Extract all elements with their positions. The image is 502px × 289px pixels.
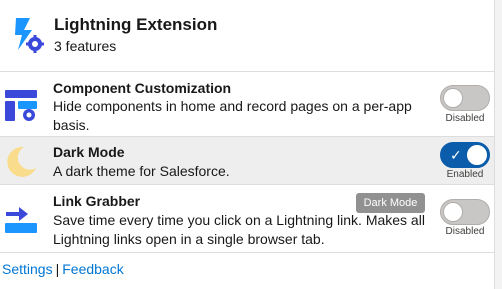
toggle-knob	[443, 88, 463, 108]
layout-gear-icon	[5, 90, 37, 121]
popup-footer: Settings | Feedback	[0, 252, 494, 289]
window-edge	[494, 0, 502, 289]
dark-mode-toggle[interactable]: ✓	[440, 142, 490, 168]
settings-link[interactable]: Settings	[2, 261, 53, 277]
feature-row-component-customization: Component Customization Hide components …	[0, 71, 494, 136]
feature-title: Dark Mode	[53, 144, 125, 160]
footer-separator: |	[55, 261, 60, 277]
footer-links: Settings | Feedback	[2, 261, 124, 279]
tooltip: Dark Mode	[356, 193, 425, 213]
feature-row-dark-mode: Dark Mode A dark theme for Salesforce. ✓…	[0, 136, 494, 184]
moon-icon	[7, 146, 36, 177]
component-customization-toggle[interactable]	[440, 85, 490, 111]
toggle-status: Enabled	[446, 169, 484, 180]
feature-count: 3 features	[54, 38, 117, 54]
feature-description: Hide components in home and record pages…	[53, 98, 412, 133]
extension-title: Lightning Extension	[54, 15, 218, 34]
feedback-link[interactable]: Feedback	[62, 261, 123, 277]
toggle-status: Disabled	[445, 113, 485, 124]
link-arrow-icon	[5, 207, 37, 233]
lightning-gear-icon	[15, 18, 44, 53]
toggle-knob	[467, 145, 487, 165]
popup-header: Lightning Extension 3 features	[0, 0, 494, 71]
link-grabber-toggle[interactable]	[440, 199, 490, 225]
extension-popup: Lightning Extension 3 features Component…	[0, 0, 494, 289]
checkmark-icon: ✓	[450, 147, 462, 163]
feature-title: Link Grabber	[53, 193, 141, 209]
feature-title: Component Customization	[53, 80, 232, 96]
feature-description: Save time every time you click on a Ligh…	[53, 212, 425, 247]
feature-description: A dark theme for Salesforce.	[53, 163, 230, 179]
toggle-status: Disabled	[445, 226, 485, 237]
toggle-knob	[443, 202, 463, 222]
